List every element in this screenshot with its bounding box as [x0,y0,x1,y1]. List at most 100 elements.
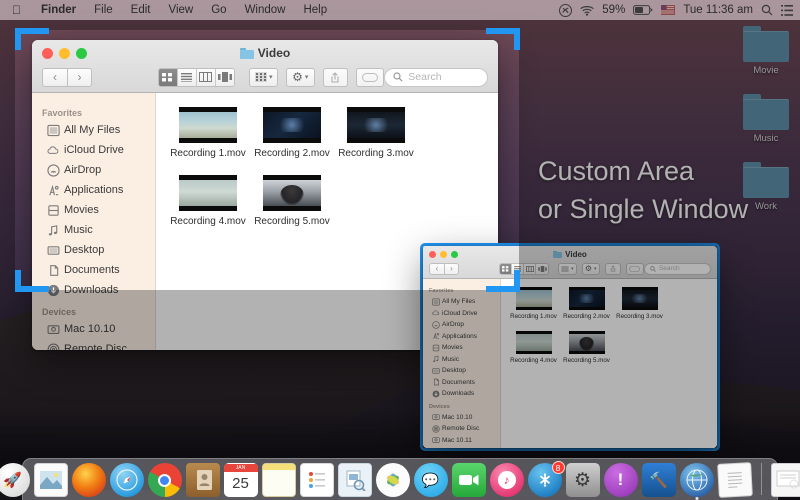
finder-sidebar[interactable]: Favorites All My Files iCloud Drive AirDrop… [32,93,156,350]
dock-item-safari[interactable] [109,463,144,497]
file-item[interactable]: Recording 4.mov [507,331,560,364]
menu-bar-status-items[interactable]: 59% Tue 11:36 am [559,0,800,20]
share-button[interactable] [604,262,621,275]
dock-item-document-stack[interactable] [770,463,800,497]
sidebar-item-movies[interactable]: Movies [423,342,500,354]
menu-bar[interactable]: FinderFileEditViewGoWindowHelp 59% Tue … [0,0,800,20]
sidebar-item-desktop[interactable]: Desktop [423,365,500,377]
sidebar-item-downloads[interactable]: Downloads [32,280,155,300]
dock-item-reminders[interactable] [299,463,334,497]
sidebar-item-mac-10-11[interactable]: Mac 10.11 [423,435,500,447]
wifi-icon[interactable] [580,5,594,16]
minimize-button[interactable] [440,250,447,258]
selection-handle-bottom-right[interactable] [486,270,520,292]
finder-sidebar[interactable]: Favorites All My Files iCloud Drive AirDrop… [423,279,501,448]
nav-buttons[interactable]: ‹ › [42,67,92,87]
forward-button[interactable]: › [444,262,459,275]
dock-item-app-store[interactable]: 8 [527,461,565,497]
menu-item-edit[interactable]: Edit [122,0,160,20]
window-titlebar[interactable]: Video ‹ › ▾ ⚙ ▾ Search [423,246,717,279]
file-item[interactable]: Recording 5.mov [560,331,613,364]
menu-item-go[interactable]: Go [202,0,235,20]
file-item[interactable]: Recording 2.mov [250,107,334,159]
action-gear-button[interactable]: ⚙ ▾ [581,262,600,275]
sidebar-item-movies[interactable]: Movies [32,200,155,220]
finder-file-pane[interactable]: Recording 1.mov Recording 2.mov Recording … [501,279,717,448]
coverflow-view-button[interactable] [215,68,235,86]
coverflow-view-button[interactable] [536,263,549,274]
menu-item-finder[interactable]: Finder [32,0,85,20]
search-input[interactable]: Search [643,262,712,275]
menu-item-view[interactable]: View [160,0,203,20]
notification-center-icon[interactable] [781,4,793,16]
sidebar-item-desktop[interactable]: Desktop [32,240,155,260]
tag-button[interactable] [625,262,644,275]
sidebar-item-applications[interactable]: Applications [423,331,500,343]
battery-icon[interactable] [633,5,654,15]
sidebar-item-music[interactable]: Music [423,354,500,366]
sidebar-item-remote-disc[interactable]: Remote Disc [32,339,155,350]
dock-item-contacts[interactable] [185,463,220,497]
dock-item-textedit[interactable] [716,462,753,498]
input-source-flag-icon[interactable] [661,5,676,15]
dock-item-facetime[interactable] [451,463,486,497]
selection-handle-top-left[interactable] [15,28,49,50]
sidebar-item-icloud-drive[interactable]: iCloud Drive [423,308,500,320]
dock-item-itunes[interactable]: ♪ [489,463,524,497]
search-input[interactable]: Search [384,67,489,87]
back-button[interactable]: ‹ [429,262,444,275]
menu-bar-clock[interactable]: Tue 11:36 am [683,4,753,16]
file-item[interactable]: Recording 3.mov [334,107,418,159]
dock-item-messages[interactable]: 💬 [413,463,448,497]
view-mode-segmented-control[interactable] [158,67,236,87]
sidebar-item-mac-10-10[interactable]: Mac 10.10 [32,319,155,339]
file-item[interactable]: Recording 2.mov [560,287,613,320]
sidebar-item-all-my-files[interactable]: All My Files [423,296,500,308]
sidebar-item-documents[interactable]: Documents [32,260,155,280]
spotlight-search-icon[interactable] [761,4,773,16]
tag-button[interactable] [355,67,385,87]
minimize-button[interactable] [59,47,70,59]
back-button[interactable]: ‹ [42,67,67,87]
selection-handle-top-right[interactable] [486,28,520,50]
window-titlebar[interactable]: Video ‹ › ▾ ⚙ ▾ Search [32,40,498,93]
dock-item-chrome[interactable] [147,463,182,497]
icon-view-button[interactable] [159,68,178,86]
dock-item-system-preferences[interactable]: ⚙ [565,463,600,497]
sidebar-item-mac-10-10[interactable]: Mac 10.10 [423,412,500,424]
file-item[interactable]: Recording 5.mov [250,175,334,227]
sidebar-item-applications[interactable]: Applications [32,180,155,200]
file-item[interactable]: Recording 4.mov [166,175,250,227]
dock-item-photos-preview[interactable] [33,463,68,497]
list-view-button[interactable] [177,68,197,86]
sidebar-item-airdrop[interactable]: AirDrop [423,319,500,331]
menu-bar-items[interactable]: FinderFileEditViewGoWindowHelp [0,0,336,20]
selection-handle-bottom-left[interactable] [15,270,49,292]
shazam-icon[interactable] [559,3,573,17]
file-item[interactable]: Recording 3.mov [613,287,666,320]
window-controls[interactable] [429,250,458,258]
menu-item-file[interactable]: File [85,0,122,20]
sidebar-item-downloads[interactable]: Downloads [423,388,500,400]
dock-item-notes[interactable] [261,463,296,497]
dock-item-firefox[interactable] [71,463,106,497]
sidebar-item-airdrop[interactable]: AirDrop [32,160,155,180]
file-item[interactable]: Recording 1.mov [166,107,250,159]
dock-item-photos[interactable] [375,463,410,497]
finder-window-secondary[interactable]: Video ‹ › ▾ ⚙ ▾ Search Favorites All My … [423,246,717,448]
dock-right-list[interactable] [770,463,800,497]
sidebar-item-all-my-files[interactable]: All My Files [32,120,155,140]
zoom-button[interactable] [451,250,458,258]
dock[interactable]: ☺🚀JAN25💬♪8⚙!🔨 [0,458,800,500]
dock-item-world-globe-app[interactable] [679,463,714,500]
dock-item-preview-app[interactable] [337,463,372,497]
column-view-button[interactable] [524,263,537,274]
zoom-button[interactable] [76,47,87,59]
sidebar-item-music[interactable]: Music [32,220,155,240]
nav-buttons[interactable]: ‹ › [429,262,459,275]
action-gear-button[interactable]: ⚙ ▾ [286,67,315,87]
forward-button[interactable]: › [67,67,92,87]
desktop-folder-music[interactable]: Music [738,94,794,144]
menu-item-help[interactable]: Help [294,0,336,20]
arrange-button[interactable]: ▾ [249,67,278,87]
